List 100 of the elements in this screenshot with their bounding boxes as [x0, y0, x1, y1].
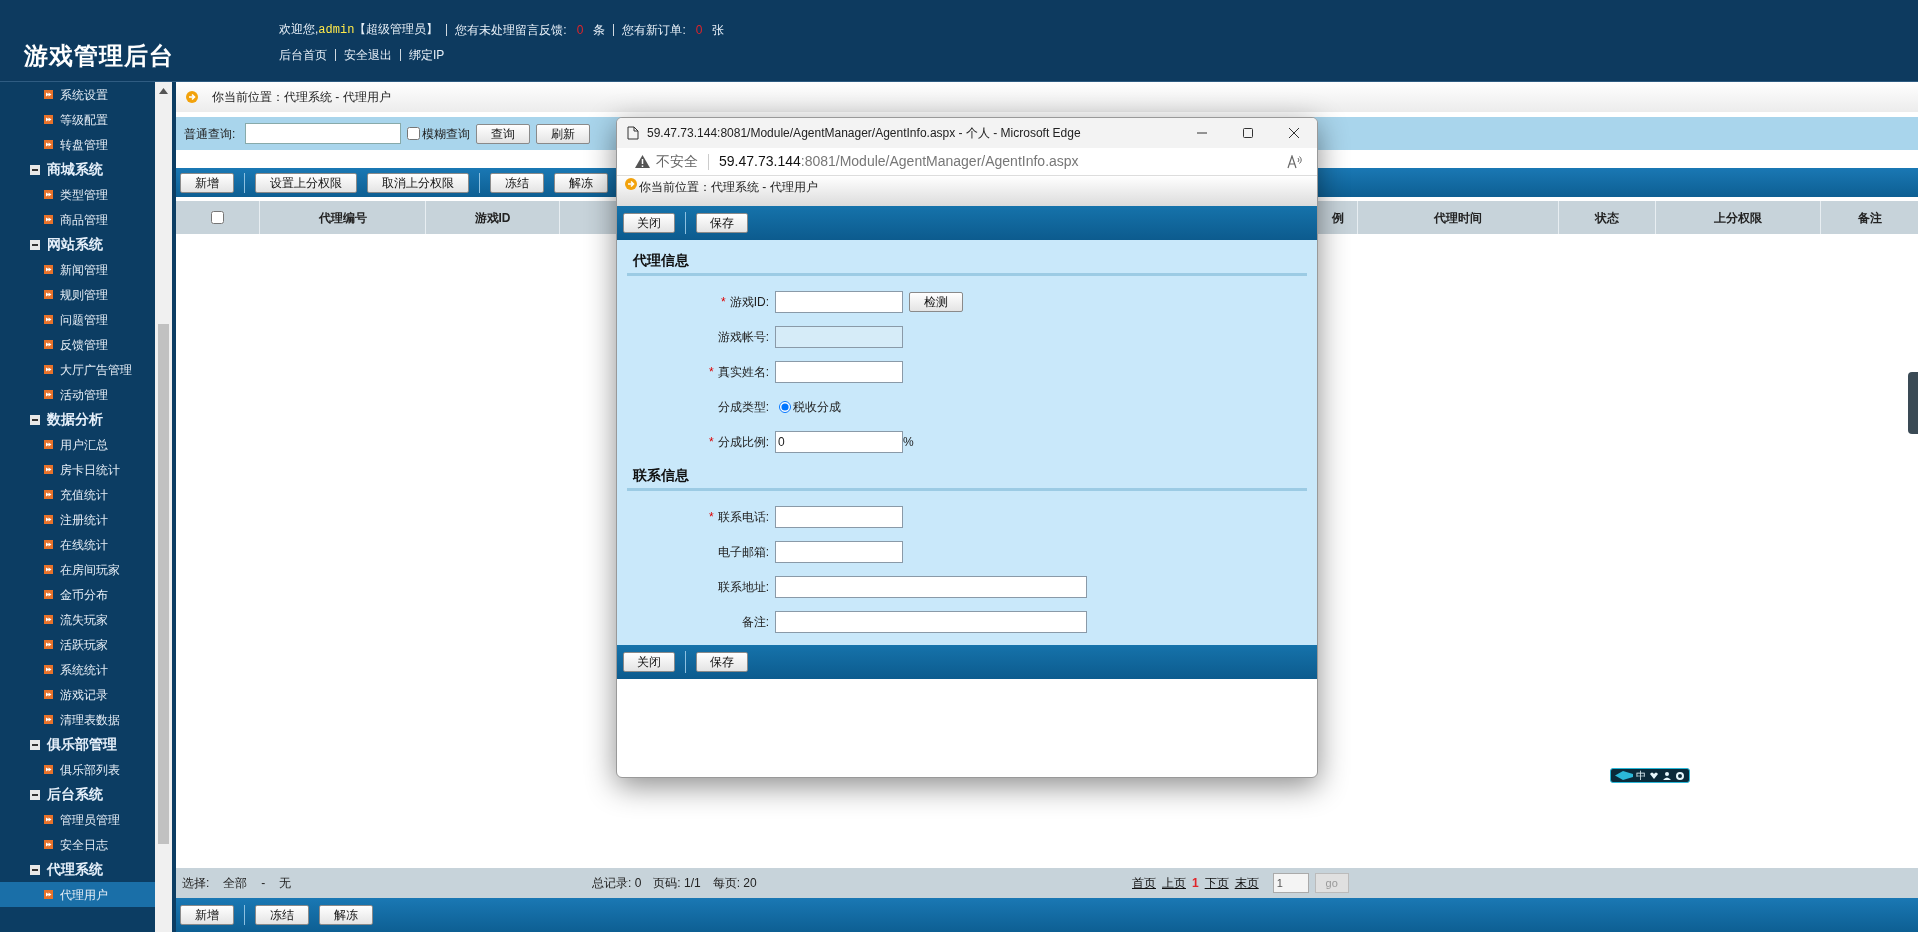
heart-icon[interactable] [1649, 770, 1659, 781]
sidebar-item[interactable]: 系统统计 [0, 657, 155, 682]
header-link[interactable]: 安全退出 [344, 46, 392, 64]
sidebar-group[interactable]: 代理系统 [47, 859, 103, 880]
sidebar-item[interactable]: 安全日志 [0, 832, 155, 857]
search-button[interactable]: 查询 [476, 123, 531, 144]
arrow-bullet-icon [44, 840, 53, 849]
sidebar-item[interactable]: 流失玩家 [0, 607, 155, 632]
sidebar-item[interactable]: 等级配置 [0, 107, 155, 132]
person-icon[interactable] [1662, 770, 1672, 781]
input-field[interactable] [775, 290, 903, 313]
sidebar-scrollbar[interactable] [155, 82, 172, 932]
sidebar-item[interactable]: 俱乐部列表 [0, 757, 155, 782]
arrow-bullet-icon [44, 340, 53, 349]
page-icon [627, 126, 639, 140]
close-icon[interactable] [1286, 125, 1302, 141]
input-field[interactable] [775, 610, 1087, 633]
form-button[interactable]: 关闭 [623, 652, 675, 672]
collapse-icon[interactable] [30, 789, 40, 800]
form-button[interactable]: 关闭 [623, 213, 675, 233]
page-input[interactable]: 1 [1272, 873, 1309, 893]
sidebar-group[interactable]: 商城系统 [47, 159, 103, 180]
sidebar-item[interactable]: 规则管理 [0, 282, 155, 307]
sidebar-group[interactable]: 后台系统 [47, 784, 103, 805]
sidebar-item[interactable]: 活动管理 [0, 382, 155, 407]
toolbar-button[interactable]: 解冻 [319, 905, 373, 925]
sidebar-item[interactable]: 反馈管理 [0, 332, 155, 357]
toolbar-button[interactable]: 取消上分权限 [367, 172, 469, 193]
sidebar-item[interactable]: 游戏记录 [0, 682, 155, 707]
sidebar-group[interactable]: 俱乐部管理 [47, 734, 117, 755]
required-asterisk: * [721, 293, 726, 311]
sidebar-item[interactable]: 金币分布 [0, 582, 155, 607]
form-button[interactable]: 保存 [696, 652, 748, 672]
toolbar-button[interactable]: 设置上分权限 [255, 172, 357, 193]
sidebar-item[interactable]: 新闻管理 [0, 257, 155, 282]
maximize-icon[interactable] [1240, 125, 1256, 141]
radio-button[interactable] [779, 400, 791, 413]
input-field[interactable] [775, 575, 1087, 598]
sidebar-item[interactable]: 类型管理 [0, 182, 155, 207]
sidebar-group[interactable]: 数据分析 [47, 409, 103, 430]
welcome-text: 欢迎您,admin【超级管理员】 [279, 21, 439, 39]
fuzzy-search-checkbox[interactable]: 模糊查询 [407, 124, 471, 143]
sidebar-item[interactable]: 系统设置 [0, 82, 155, 107]
sidebar-item[interactable]: 在线统计 [0, 532, 155, 557]
read-aloud-icon[interactable] [1287, 154, 1303, 169]
input-field[interactable] [775, 540, 903, 563]
arrow-bullet-icon [44, 490, 53, 499]
toolbar-button[interactable]: 新增 [180, 905, 234, 925]
input-field[interactable] [775, 505, 903, 528]
collapse-icon[interactable] [30, 864, 40, 875]
select-all-checkbox[interactable] [211, 211, 224, 224]
sidebar-group[interactable]: 网站系统 [47, 234, 103, 255]
search-field[interactable] [245, 123, 402, 144]
pager-link[interactable]: 下页 [1204, 874, 1229, 892]
toolbar-button[interactable]: 新增 [180, 172, 234, 193]
pager-link[interactable]: 末页 [1234, 874, 1259, 892]
sidebar-item[interactable]: 商品管理 [0, 207, 155, 232]
sidebar-item[interactable]: 清理表数据 [0, 707, 155, 732]
sidebar-item[interactable]: 转盘管理 [0, 132, 155, 157]
sidebar-item[interactable]: 问题管理 [0, 307, 155, 332]
sidebar-item[interactable]: 管理员管理 [0, 807, 155, 832]
search-button[interactable]: 刷新 [536, 123, 591, 144]
ime-logo-icon[interactable] [1615, 771, 1633, 780]
radio-option[interactable]: 税收分成 [779, 397, 841, 416]
field-label: 真实姓名: [717, 363, 769, 381]
input-field[interactable]: 0 [775, 430, 903, 453]
ime-mode-label[interactable]: 中 [1636, 770, 1646, 781]
collapse-icon[interactable] [30, 164, 40, 175]
arrow-bullet-icon [44, 590, 53, 599]
check-button[interactable]: 检测 [909, 291, 963, 312]
select-all-link[interactable]: 全部 [223, 874, 248, 892]
toolbar-button[interactable]: 冻结 [255, 905, 309, 925]
toolbar-button[interactable]: 冻结 [490, 172, 544, 193]
sidebar-item[interactable]: 活跃玩家 [0, 632, 155, 657]
sidebar-item[interactable]: 大厅广告管理 [0, 357, 155, 382]
pager-link[interactable]: 上页 [1162, 874, 1186, 892]
header-link[interactable]: 后台首页 [279, 46, 327, 64]
header-link[interactable]: 绑定IP [409, 46, 445, 64]
column-header: 代理时间 [1434, 209, 1482, 227]
collapse-icon[interactable] [30, 414, 40, 425]
sidebar-item[interactable]: 在房间玩家 [0, 557, 155, 582]
warning-icon[interactable] [635, 155, 650, 168]
sidebar-item[interactable]: 注册统计 [0, 507, 155, 532]
collapse-icon[interactable] [30, 239, 40, 250]
sidebar-item[interactable]: 代理用户 [0, 882, 155, 907]
select-none-link[interactable]: 无 [279, 874, 292, 892]
checkbox[interactable] [407, 127, 421, 140]
collapse-icon[interactable] [30, 739, 40, 750]
pager-link[interactable]: 首页 [1132, 874, 1156, 892]
input-field[interactable] [775, 325, 903, 348]
input-field[interactable] [775, 360, 903, 383]
scroll-up-icon[interactable] [159, 88, 168, 94]
address-bar[interactable]: 不安全 59.47.73.144:8081/Module/AgentManager/AgentInfo.aspx [617, 148, 1317, 176]
sidebar-item[interactable]: 房卡日统计 [0, 457, 155, 482]
sidebar-item[interactable]: 用户汇总 [0, 432, 155, 457]
toolbar-button[interactable]: 解冻 [554, 172, 608, 193]
ime-toolbar[interactable]: 中 [1610, 768, 1690, 783]
scrollbar-thumb[interactable] [158, 324, 169, 844]
sidebar-item[interactable]: 充值统计 [0, 482, 155, 507]
form-button[interactable]: 保存 [696, 213, 748, 233]
